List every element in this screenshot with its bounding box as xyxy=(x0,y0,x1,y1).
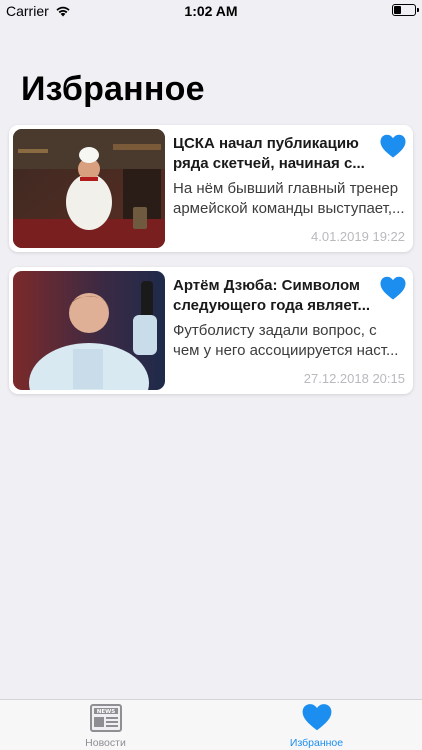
news-icon: NEWS xyxy=(89,704,122,732)
favorites-list: ЦСКА начал публикацию ряда скетчей, начи… xyxy=(9,125,413,409)
news-summary: На нём бывший главный тренер армейской к… xyxy=(173,180,405,217)
news-thumbnail xyxy=(13,129,165,248)
page-title: Избранное xyxy=(21,70,205,108)
status-bar: Carrier 1:02 AM xyxy=(0,0,422,22)
news-summary: Футболисту задали вопрос, с чем у него а… xyxy=(173,322,399,359)
heart-filled-icon[interactable] xyxy=(379,275,407,301)
tab-bar: NEWS Новости Избранное xyxy=(0,699,422,750)
news-date: 27.12.2018 20:15 xyxy=(303,371,405,386)
news-title: Артём Дзюба: Символом следующего года яв… xyxy=(173,277,371,314)
tab-label: Избранное xyxy=(289,737,344,749)
battery-indicator xyxy=(392,4,419,16)
news-card[interactable]: ЦСКА начал публикацию ряда скетчей, начи… xyxy=(9,125,413,252)
news-card[interactable]: Артём Дзюба: Символом следующего года яв… xyxy=(9,267,413,394)
tab-label: Новости xyxy=(85,737,126,749)
battery-icon xyxy=(392,4,419,16)
tab-news[interactable]: NEWS Новости xyxy=(0,700,211,750)
tab-favorites[interactable]: Избранное xyxy=(211,700,422,750)
news-title: ЦСКА начал публикацию ряда скетчей, начи… xyxy=(173,135,365,172)
news-date: 4.01.2019 19:22 xyxy=(311,229,405,244)
svg-text:NEWS: NEWS xyxy=(96,709,114,715)
heart-icon xyxy=(302,704,331,731)
news-thumbnail xyxy=(13,271,165,390)
heart-filled-icon[interactable] xyxy=(379,133,407,159)
status-time: 1:02 AM xyxy=(184,3,238,19)
